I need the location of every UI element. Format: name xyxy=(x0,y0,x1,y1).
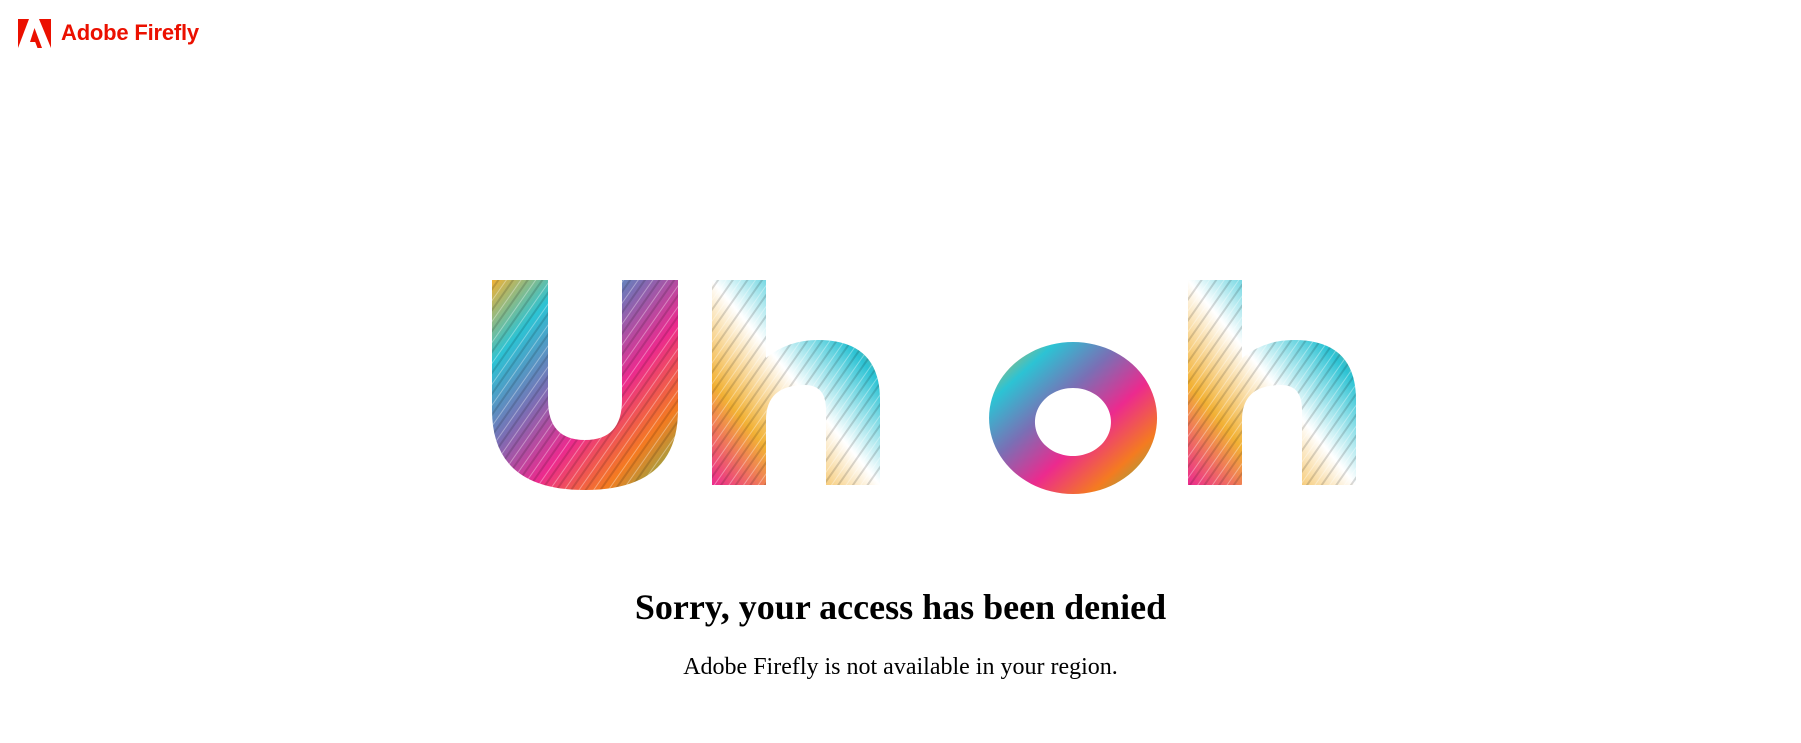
letter-h-2 xyxy=(1188,280,1356,485)
adobe-logo-icon xyxy=(18,18,51,48)
page-title: Sorry, your access has been denied xyxy=(634,587,1167,627)
letter-h xyxy=(712,280,880,485)
letter-o xyxy=(989,342,1158,494)
brand-name: Adobe Firefly xyxy=(61,20,199,45)
uh-oh-hero-image xyxy=(0,270,1801,500)
brand-home-link[interactable]: Adobe Firefly xyxy=(18,18,199,48)
letter-u xyxy=(492,280,678,490)
region-unavailable-message: Adobe Firefly is not available in your r… xyxy=(683,654,1118,680)
